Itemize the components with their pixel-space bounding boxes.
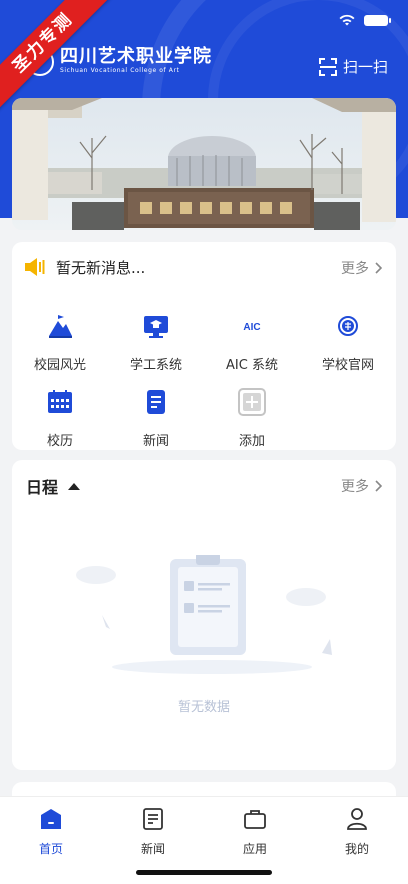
news-icon: [143, 808, 163, 830]
app-label: 校园风光: [33, 358, 86, 373]
app-school-calendar[interactable]: 校历: [12, 388, 108, 449]
mountain-flag-icon: [49, 315, 72, 338]
tab-home[interactable]: 首页: [0, 807, 102, 857]
notice-more-link[interactable]: 更多: [341, 258, 382, 278]
plus-box-icon: [238, 388, 266, 416]
app-news[interactable]: 新闻: [108, 388, 204, 449]
tab-label: 应用: [242, 842, 267, 856]
schedule-card: 日程 更多 暂无数据: [12, 460, 396, 770]
app-label: AIC 系统: [226, 358, 278, 373]
tab-profile[interactable]: 我的: [306, 807, 408, 857]
monitor-graduation-icon: [144, 316, 168, 338]
tab-apps[interactable]: 应用: [204, 807, 306, 857]
tab-label: 首页: [38, 842, 63, 856]
news-doc-icon: [147, 390, 165, 414]
quick-apps-card: 暂无新消息... 更多 校园风光 学工系统 AIC AIC 系统 学校官网 校历…: [12, 242, 396, 450]
schedule-toggle[interactable]: 日程: [26, 474, 81, 498]
more-label: 更多: [341, 479, 369, 495]
chevron-right-icon: [375, 480, 382, 492]
more-label: 更多: [341, 261, 369, 277]
aic-logo-icon: AIC: [243, 322, 260, 333]
tab-news[interactable]: 新闻: [102, 807, 204, 857]
briefcase-icon: [244, 810, 266, 829]
app-label: 新闻: [142, 434, 169, 449]
empty-state-text: 暂无数据: [177, 700, 230, 715]
status-bar: [338, 14, 391, 26]
home-icon: [41, 809, 61, 829]
tab-label: 新闻: [140, 842, 165, 856]
app-campus-scenery[interactable]: 校园风光: [12, 312, 108, 373]
app-label: 校历: [46, 434, 73, 449]
user-icon: [347, 808, 367, 830]
schedule-more-link[interactable]: 更多: [341, 476, 382, 496]
scan-label: 扫一扫: [342, 58, 388, 76]
app-aic-system[interactable]: AIC AIC 系统: [204, 312, 300, 373]
school-emblem-icon: [338, 316, 358, 336]
campus-photo: [12, 98, 396, 230]
home-indicator: [136, 870, 272, 875]
empty-clipboard-illustration: [76, 555, 332, 674]
campus-banner-image[interactable]: [12, 98, 396, 230]
notice-text: 暂无新消息...: [56, 259, 146, 277]
svg-text:AIC: AIC: [243, 322, 260, 333]
schedule-title: 日程: [26, 478, 59, 497]
calendar-icon: [48, 390, 72, 413]
app-student-affairs[interactable]: 学工系统: [108, 312, 204, 373]
app-school-website[interactable]: 学校官网: [300, 312, 396, 373]
wifi-icon: [339, 14, 355, 26]
scan-icon: [318, 57, 337, 76]
tab-label: 我的: [344, 842, 369, 856]
app-label: 添加: [238, 434, 265, 449]
app-label: 学工系统: [129, 358, 182, 373]
chevron-right-icon: [375, 262, 382, 274]
collapse-triangle-icon: [68, 482, 81, 490]
scan-button[interactable]: 扫一扫: [318, 56, 388, 77]
school-name-cn: 四川艺术职业学院: [60, 46, 212, 67]
school-name-en: Sichuan Vocational College of Art: [60, 67, 180, 74]
notice-bar[interactable]: 暂无新消息... 更多: [12, 242, 396, 292]
battery-icon: [364, 14, 391, 26]
speaker-icon: [25, 258, 45, 276]
app-label: 学校官网: [321, 358, 374, 373]
app-add[interactable]: 添加: [204, 388, 300, 449]
